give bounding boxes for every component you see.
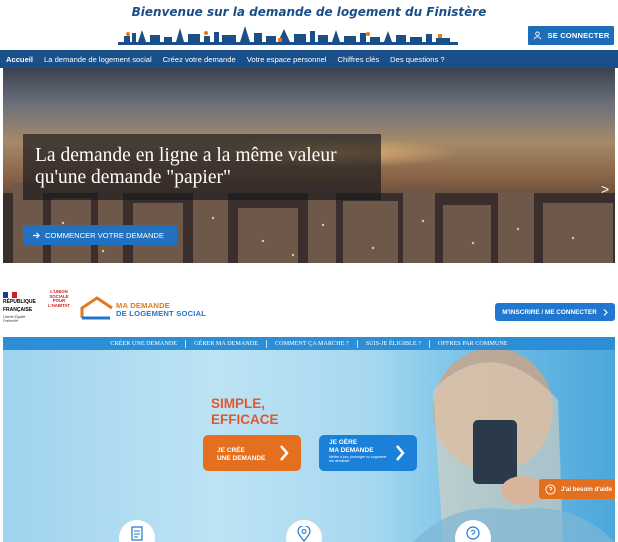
signup-login-label: M'INSCRIRE / ME CONNECTER [502, 308, 597, 316]
nav-item-creez-demande[interactable]: Créez votre demande [163, 55, 236, 64]
slogan: SIMPLE, EFFICACE [211, 396, 279, 428]
secondary-nav: CRÉER UNE DEMANDE GÉRER MA DEMANDE COMME… [3, 337, 615, 350]
nav-item-chiffres-cles[interactable]: Chiffres clés [338, 55, 380, 64]
location-pin-icon [297, 526, 311, 542]
finistere-skyline-logo [118, 26, 458, 45]
create-label-line1: JE CRÉE [217, 447, 245, 454]
slogan-line1: SIMPLE, [211, 396, 266, 411]
chat-help-icon [545, 483, 556, 495]
slogan-line2: EFFICACE [211, 412, 279, 427]
nav-item-questions[interactable]: Des questions ? [390, 55, 444, 64]
hero-caption: La demande en ligne a la même valeur qu'… [35, 145, 337, 188]
ma-demande-logo[interactable]: MA DEMANDE DE LOGEMENT SOCIAL [80, 294, 215, 322]
feature-circle-document[interactable] [119, 520, 155, 542]
hero-caption-box: La demande en ligne a la même valeur qu'… [23, 134, 381, 200]
document-icon [131, 526, 143, 541]
connect-button[interactable]: SE CONNECTER [528, 26, 614, 45]
chevron-right-icon [280, 445, 289, 461]
question-bubble-icon [466, 526, 480, 540]
brand-line2: DE LOGEMENT SOCIAL [116, 309, 207, 318]
nav-item-eligible[interactable]: SUIS-JE ÉLIGIBLE ? [358, 340, 429, 347]
nav-item-espace-personnel[interactable]: Votre espace personnel [247, 55, 327, 64]
nav-item-creer-demande[interactable]: CRÉER UNE DEMANDE [102, 340, 185, 347]
main-nav: Accueil La demande de logement social Cr… [0, 50, 618, 68]
nav-item-offres-commune[interactable]: OFFRES PAR COMMUNE [430, 340, 516, 347]
hero-carousel: La demande en ligne a la même valeur qu'… [3, 68, 615, 263]
manage-label-line2: MA DEMANDE [329, 446, 374, 454]
help-label: J'ai besoin d'aide [561, 485, 613, 493]
signup-login-button[interactable]: M'INSCRIRE / ME CONNECTER [495, 303, 615, 321]
nav-item-demande-logement[interactable]: La demande de logement social [44, 55, 152, 64]
top-site-header: Bienvenue sur la demande de logement du … [0, 0, 618, 48]
union-sociale-habitat-logo: L'UNION SOCIALE POUR L'HABITAT [46, 289, 72, 318]
nav-item-comment-ca-marche[interactable]: COMMENT ÇA MARCHE ? [267, 340, 357, 347]
french-flag-icon [3, 292, 18, 298]
connect-label: SE CONNECTER [547, 31, 610, 40]
gov-motto: Liberté Égalité Fraternité [3, 315, 26, 323]
nav-item-gerer-demande[interactable]: GÉRER MA DEMANDE [186, 340, 266, 347]
carousel-next-arrow[interactable]: > [601, 181, 609, 197]
manage-request-label: JE GÈRE MA DEMANDE [329, 439, 374, 454]
manage-label-line1: JE GÈRE [329, 439, 358, 446]
union-logo-text: L'UNION SOCIALE POUR L'HABITAT [48, 289, 70, 308]
nav-item-accueil[interactable]: Accueil [6, 55, 33, 64]
manage-request-button[interactable]: JE GÈRE MA DEMANDE Mettre à jour, prolon… [319, 435, 417, 471]
user-icon [533, 31, 541, 40]
house-roof-icon [80, 296, 113, 320]
manage-request-subtitle: Mettre à jour, prolonger ou supprimer ma… [329, 455, 387, 464]
feature-circle-location[interactable] [286, 520, 322, 542]
gov-logo-line2: FRANÇAISE [3, 306, 33, 313]
national-site: RÉPUBLIQUE FRANÇAISE Liberté Égalité Fra… [0, 284, 618, 542]
create-request-button[interactable]: JE CRÉE UNE DEMANDE [203, 435, 301, 471]
chevron-right-icon [396, 445, 405, 461]
gov-logo-line1: RÉPUBLIQUE [3, 299, 36, 305]
help-button[interactable]: J'ai besoin d'aide [539, 479, 615, 499]
create-request-label: JE CRÉE UNE DEMANDE [217, 447, 265, 462]
chevron-right-icon [603, 308, 608, 316]
arrow-right-icon [33, 231, 40, 239]
start-request-label: COMMENCER VOTRE DEMANDE [45, 230, 164, 240]
start-request-button[interactable]: COMMENCER VOTRE DEMANDE [23, 225, 177, 245]
create-label-line2: UNE DEMANDE [217, 454, 266, 462]
site-title: Bienvenue sur la demande de logement du … [131, 5, 487, 19]
republique-francaise-logo: RÉPUBLIQUE FRANÇAISE Liberté Égalité Fra… [3, 292, 37, 323]
hero-banner: SIMPLE, EFFICACE JE CRÉE UNE DEMANDE JE … [3, 350, 615, 542]
